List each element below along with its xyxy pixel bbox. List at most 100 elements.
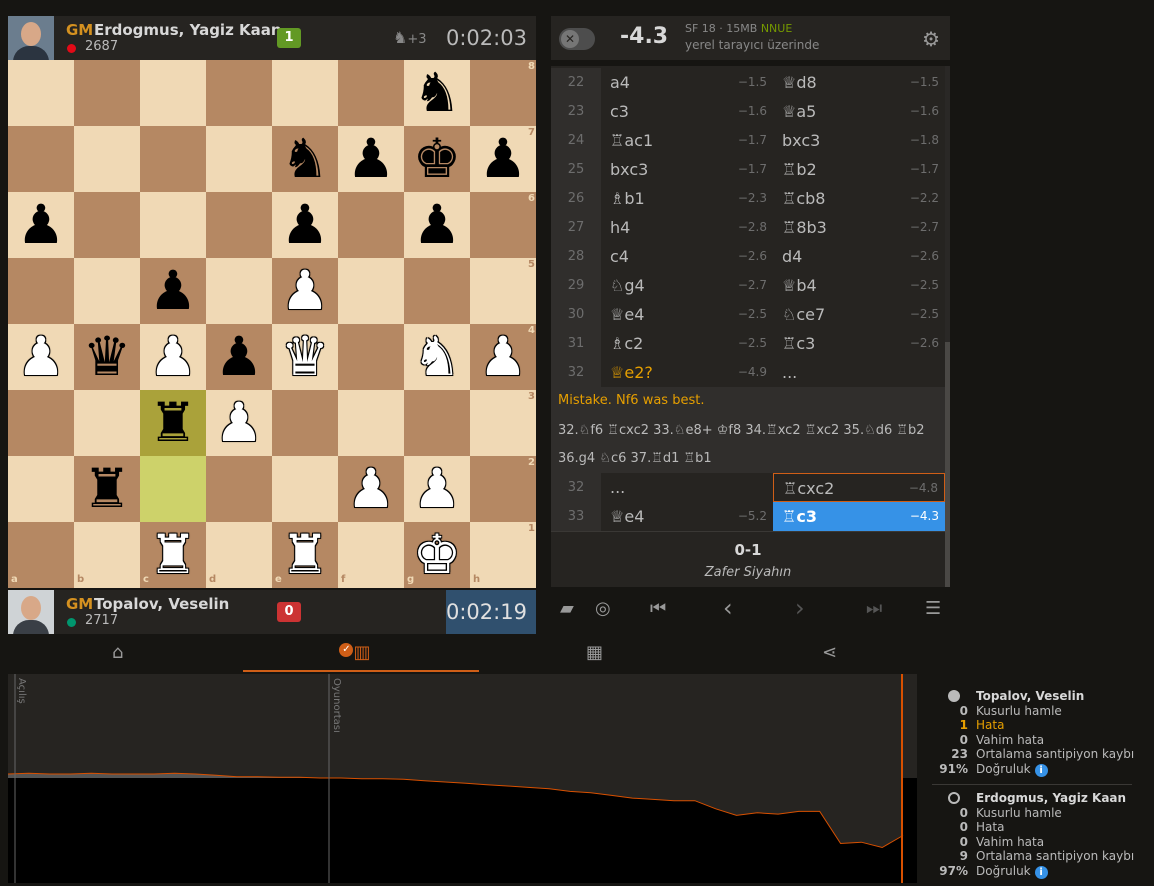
square-a3[interactable] [8,390,74,456]
piece-g7[interactable]: ♚ [404,126,470,192]
move-w[interactable]: ♕e2? −4.9 [601,358,773,387]
piece-d3[interactable]: ♟ [206,390,272,456]
piece-g1[interactable]: ♚ [404,522,470,588]
summary-row[interactable]: 0 Kusurlu hamle [932,704,1132,719]
move-w[interactable]: ♘g4 −2.7 [601,271,773,300]
move-b[interactable]: ♕a5 −1.6 [773,97,945,126]
square-c7[interactable] [140,126,206,192]
piece-e4[interactable]: ♛ [272,324,338,390]
target-icon[interactable]: ◎ [595,598,611,619]
tag-icon[interactable]: ⌂ [112,637,123,673]
info-icon[interactable]: i [1034,763,1048,777]
scrollbar[interactable] [945,66,950,587]
square-f5[interactable] [338,258,404,324]
square-a7[interactable] [8,126,74,192]
move-b[interactable]: ♖cxc2 −4.8 [773,473,945,502]
eval-graph[interactable]: Açılış Oyunortası [8,674,917,883]
summary-row[interactable]: 0 Vahim hata [932,733,1132,748]
square-e3[interactable] [272,390,338,456]
square-a2[interactable] [8,456,74,522]
first-icon[interactable]: ⏮ [650,598,666,619]
piece-e1[interactable]: ♜ [272,522,338,588]
chart-icon[interactable]: ✓ ▥ [335,637,375,673]
square-e8[interactable] [272,60,338,126]
square-a1[interactable] [8,522,74,588]
summary-row[interactable]: 1 Hata [932,718,1132,733]
move-w[interactable]: c3 −1.6 [601,97,773,126]
move-b[interactable]: ♕b4 −2.5 [773,271,945,300]
piece-a4[interactable]: ♟ [8,324,74,390]
square-d6[interactable] [206,192,272,258]
menu-icon[interactable]: ☰ [925,598,941,619]
book-icon[interactable]: ▰ [560,598,574,619]
square-d8[interactable] [206,60,272,126]
square-c6[interactable] [140,192,206,258]
square-h5[interactable] [470,258,536,324]
player-name[interactable]: Erdogmus, Yagiz Kaan [94,21,282,39]
square-g5[interactable] [404,258,470,324]
move-b[interactable]: ♕d8 −1.5 [773,68,945,97]
square-f3[interactable] [338,390,404,456]
piece-b4[interactable]: ♛ [74,324,140,390]
player-name[interactable]: Topalov, Veselin [94,595,229,613]
piece-f7[interactable]: ♟ [338,126,404,192]
prev-icon[interactable]: ‹ [723,594,733,622]
last-icon[interactable]: ⏭ [866,598,882,619]
square-d5[interactable] [206,258,272,324]
piece-c4[interactable]: ♟ [140,324,206,390]
square-f4[interactable] [338,324,404,390]
summary-row[interactable]: 97% Doğruluk i [932,864,1132,879]
engine-toggle[interactable]: ✕ [559,28,595,50]
move-w[interactable]: ♕e4 −2.5 [601,300,773,329]
square-f8[interactable] [338,60,404,126]
next-icon[interactable]: › [795,594,805,622]
piece-e5[interactable]: ♟ [272,258,338,324]
move-b[interactable]: ♖b2 −1.7 [773,155,945,184]
move-b[interactable]: d4 −2.6 [773,242,945,271]
move-b[interactable]: ♘ce7 −2.5 [773,300,945,329]
piece-c5[interactable]: ♟ [140,258,206,324]
square-g3[interactable] [404,390,470,456]
move-w[interactable]: h4 −2.8 [601,213,773,242]
square-d2[interactable] [206,456,272,522]
square-h8[interactable] [470,60,536,126]
info-icon[interactable]: i [1034,865,1048,879]
piece-g6[interactable]: ♟ [404,192,470,258]
piece-b2[interactable]: ♜ [74,456,140,522]
chess-board[interactable]: 8 7 6 5 4 3 2 a b c d e f g 1 h ♞ ♞ ♟ ♚ ♟ ♟ ♟ ♟ ♟ ♟ ♟ ♛ ♟ ♟ ♛ ♞ ♟ ♜ ♟ ♜ ♟ ♟ ♜ ♜… [8,60,536,588]
share-icon[interactable]: ⋖ [822,637,837,673]
move-b[interactable]: ♖cb8 −2.2 [773,184,945,213]
move-b[interactable]: ... [773,358,945,387]
piece-a6[interactable]: ♟ [8,192,74,258]
summary-row[interactable]: 23 Ortalama santipiyon kaybı [932,747,1134,762]
piece-g2[interactable]: ♟ [404,456,470,522]
piece-g4[interactable]: ♞ [404,324,470,390]
piece-c1[interactable]: ♜ [140,522,206,588]
square-e2[interactable] [272,456,338,522]
square-b8[interactable] [74,60,140,126]
grid-icon[interactable]: ▦ [586,637,603,673]
move-w[interactable]: c4 −2.6 [601,242,773,271]
piece-g8[interactable]: ♞ [404,60,470,126]
square-c2[interactable] [140,456,206,522]
move-b[interactable]: ♖c3 −4.3 [773,502,945,531]
move-b[interactable]: ♖8b3 −2.7 [773,213,945,242]
piece-c3[interactable]: ♜ [140,390,206,456]
piece-h4[interactable]: ♟ [470,324,536,390]
summary-row[interactable]: 9 Ortalama santipiyon kaybı [932,849,1135,864]
move-w[interactable]: ♗b1 −2.3 [601,184,773,213]
summary-row[interactable]: 0 Vahim hata [932,835,1132,850]
square-b3[interactable] [74,390,140,456]
move-w[interactable]: bxc3 −1.7 [601,155,773,184]
move-b[interactable]: bxc3 −1.8 [773,126,945,155]
piece-f2[interactable]: ♟ [338,456,404,522]
piece-e6[interactable]: ♟ [272,192,338,258]
variation-line[interactable]: 32.♘f6 ♖cxc2 33.♘e8+ ♔f8 34.♖xc2 ♖xc2 35… [558,417,943,473]
summary-row[interactable]: 0 Hata [932,820,1132,835]
square-c8[interactable] [140,60,206,126]
square-b5[interactable] [74,258,140,324]
piece-h7[interactable]: ♟ [470,126,536,192]
piece-e7[interactable]: ♞ [272,126,338,192]
square-a8[interactable] [8,60,74,126]
square-h3[interactable] [470,390,536,456]
